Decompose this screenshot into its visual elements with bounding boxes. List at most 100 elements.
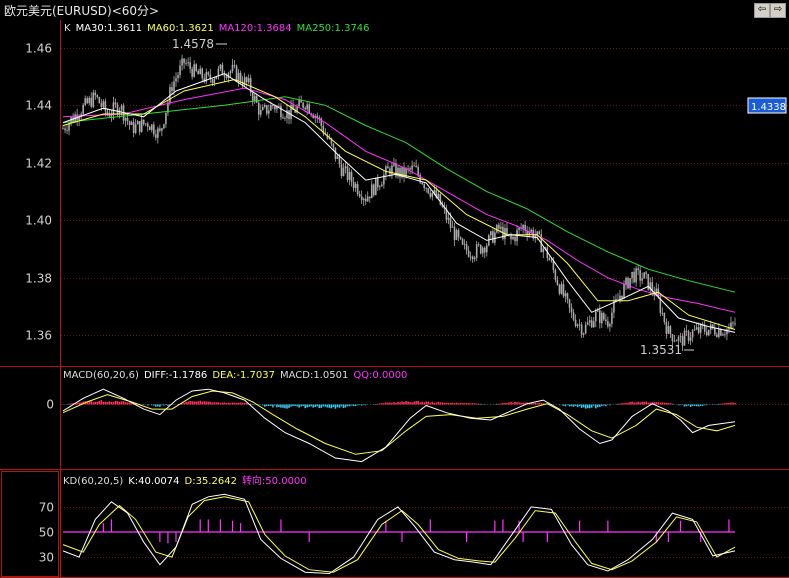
price-tick-label: 1.46 <box>25 42 52 56</box>
candle-body <box>237 72 240 81</box>
price-legend: K MA30:1.3611 MA60:1.3621 MA120:1.3684 MA250… <box>64 23 370 34</box>
legend-item: DIFF:-1.1786 <box>144 370 207 381</box>
candle-body <box>239 72 242 82</box>
candle-body <box>64 128 66 131</box>
candle-body <box>714 328 716 335</box>
price-tick-label: 1.44 <box>25 99 52 113</box>
candle-body <box>130 122 133 125</box>
candle-body <box>251 92 254 101</box>
candle-body <box>165 112 167 125</box>
candle-body <box>352 181 355 189</box>
legend-item: K:40.0074 <box>128 476 179 487</box>
candle-body <box>582 333 585 335</box>
candle-body <box>469 256 472 258</box>
price-y-axis: 1.46 1.44 1.42 1.40 1.38 1.36 <box>25 42 52 343</box>
candle-body <box>538 231 541 235</box>
candle-body <box>261 106 264 111</box>
candle-body <box>84 98 86 105</box>
candle-body <box>449 217 452 228</box>
candle-body <box>734 323 736 325</box>
candle-body <box>185 63 187 64</box>
candle-body <box>492 231 494 243</box>
candle-body <box>562 284 565 297</box>
candle-body <box>683 330 686 346</box>
candle-body <box>463 244 466 246</box>
legend-item: MA120:1.3684 <box>219 23 292 34</box>
candle-body <box>346 166 349 180</box>
candle-body <box>576 324 579 327</box>
candle-body <box>498 224 500 229</box>
candle-body <box>475 244 478 258</box>
candle-body <box>90 97 93 107</box>
candle-body <box>92 92 95 107</box>
price-tick-label: 1.38 <box>25 272 52 286</box>
candle-body <box>588 320 591 323</box>
candle-body <box>98 97 101 104</box>
candle-body <box>405 168 407 177</box>
candle-body <box>663 312 666 323</box>
candle-body <box>471 256 474 260</box>
legend-item: DEA:-1.7037 <box>212 370 275 381</box>
candle-body <box>461 238 464 245</box>
candle-body <box>669 326 672 335</box>
candle-body <box>264 105 266 107</box>
kd-tick-label: 70 <box>39 501 54 515</box>
candle-body <box>457 230 460 237</box>
candle-body <box>201 68 204 79</box>
candle-body <box>372 184 375 196</box>
candle-body <box>304 107 306 110</box>
candle-body <box>259 110 262 115</box>
candle-body <box>586 322 589 325</box>
candle-body <box>223 75 226 77</box>
candle-body <box>350 171 353 182</box>
candle-body <box>720 329 722 336</box>
chart-canvas[interactable]: 1.46 1.44 1.42 1.40 1.38 1.36 0 70 50 30 K MA30:… <box>0 0 789 578</box>
legend-item: KD(60,20,5) <box>63 476 123 487</box>
candle-body <box>140 119 143 132</box>
candle-body <box>284 118 286 119</box>
candle-body <box>348 171 351 180</box>
candle-body <box>631 271 633 279</box>
legend-item: MACD(60,20,6) <box>63 370 139 381</box>
candle-body <box>245 77 248 83</box>
candle-body <box>302 102 304 108</box>
candle-body <box>268 110 270 114</box>
candle-body <box>306 104 308 110</box>
candle-body <box>377 177 379 188</box>
candle-body <box>481 247 484 254</box>
candle-body <box>150 124 153 131</box>
candle-body <box>609 323 611 327</box>
candle-body <box>598 310 601 324</box>
candle-body <box>189 62 191 69</box>
candle-body <box>568 299 571 308</box>
candle-body <box>266 105 268 114</box>
candle-body <box>417 167 419 175</box>
high-price-label: 1.4578 <box>172 37 214 51</box>
candle-body <box>179 65 181 76</box>
candle-body <box>693 329 696 331</box>
dea-line <box>62 390 736 455</box>
legend-item: QQ:0.0000 <box>353 370 407 381</box>
candle-body <box>298 99 300 107</box>
current-price-value: 1.4338 <box>751 102 786 113</box>
candle-body <box>332 143 335 148</box>
candle-body <box>116 104 119 115</box>
candle-body <box>467 250 470 257</box>
candle-body <box>530 229 532 232</box>
candle-body <box>687 331 690 341</box>
candle-body <box>370 184 373 199</box>
kd-tick-label: 30 <box>39 551 54 565</box>
macd-lines <box>62 388 736 463</box>
candle-body <box>100 103 103 107</box>
candle-body <box>231 64 234 71</box>
candle-body <box>88 97 91 104</box>
candle-body <box>66 130 68 131</box>
candlestick-series <box>62 54 736 352</box>
candle-body <box>596 310 599 312</box>
candle-body <box>197 71 200 75</box>
candle-body <box>175 78 177 82</box>
candle-body <box>257 102 260 115</box>
candle-body <box>415 165 417 168</box>
candle-body <box>665 322 668 334</box>
candle-body <box>153 124 155 135</box>
